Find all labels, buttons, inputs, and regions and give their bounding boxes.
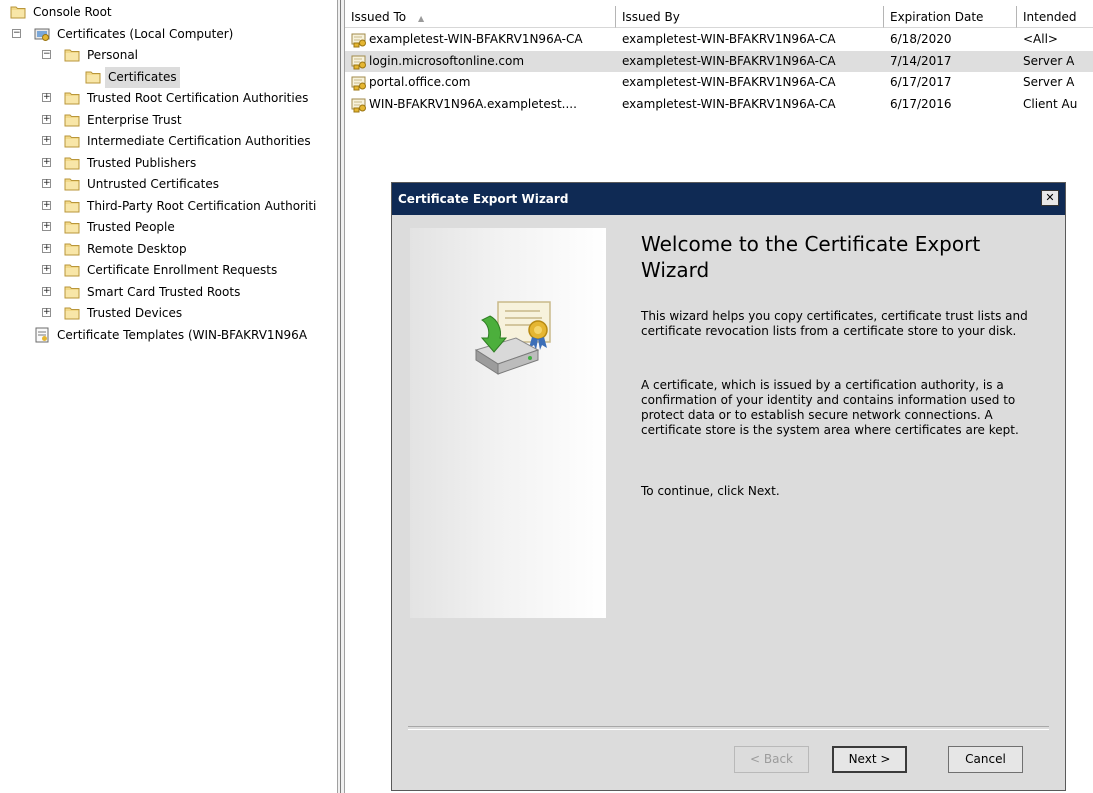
dialog-titlebar[interactable]: Certificate Export Wizard <box>392 183 1065 215</box>
certificate-row[interactable]: portal.office.com exampletest-WIN-BFAKRV1… <box>345 72 1093 93</box>
back-button[interactable]: < Back <box>734 746 809 773</box>
expand-icon[interactable]: + <box>42 93 51 102</box>
tree-item-label: Certificate Templates (WIN-BFAKRV1N96A <box>57 327 308 342</box>
tree-item-label: Third-Party Root Certification Authoriti <box>87 198 317 213</box>
cell-intended: <All> <box>1023 32 1058 46</box>
column-intended-label: Intended <box>1023 10 1077 24</box>
wizard-instruction-text: To continue, click Next. <box>641 484 780 498</box>
folder-icon <box>64 133 80 149</box>
collapse-icon[interactable]: − <box>12 28 21 38</box>
tree-item-label: Certificates <box>105 66 180 88</box>
certificate-icon <box>351 54 367 70</box>
certificate-export-wizard-dialog: Certificate Export Wizard ✕ Welcome to t… <box>391 182 1066 791</box>
cell-issued-to: login.microsoftonline.com <box>369 53 525 68</box>
folder-icon <box>64 112 80 128</box>
expand-icon[interactable]: + <box>42 114 51 124</box>
folder-icon <box>64 241 80 257</box>
column-issued-to[interactable]: Issued To ▲ <box>345 6 616 28</box>
tree-item-label: Trusted Root Certification Authorities <box>87 91 309 105</box>
certificate-template-icon <box>34 327 50 343</box>
tree-item-label: Console Root <box>33 5 112 19</box>
cell-issued-to: WIN-BFAKRV1N96A.exampletest.... <box>369 96 577 111</box>
console-tree[interactable]: Console Root − Certificates (Local Compute… <box>0 0 337 793</box>
collapse-icon[interactable]: − <box>42 50 51 59</box>
folder-icon <box>64 198 80 214</box>
expand-icon[interactable]: + <box>42 265 51 274</box>
next-button[interactable]: Next > <box>832 746 907 773</box>
folder-icon <box>64 262 80 278</box>
cell-expiration: 6/17/2017 <box>890 75 952 89</box>
cell-expiration: 6/17/2016 <box>890 96 952 111</box>
cell-issued-by: exampletest-WIN-BFAKRV1N96A-CA <box>622 96 836 111</box>
certificate-icon <box>351 32 367 48</box>
tree-item-label: Trusted Publishers <box>87 155 197 170</box>
wizard-intro-text: This wizard helps you copy certificates,… <box>641 309 1028 338</box>
tree-item-label: Intermediate Certification Authorities <box>87 134 311 148</box>
certificate-row[interactable]: WIN-BFAKRV1N96A.exampletest.... examplete… <box>345 94 1093 115</box>
column-intended-purposes[interactable]: Intended <box>1017 6 1093 28</box>
certificate-icon <box>351 97 367 113</box>
certificate-icon <box>351 75 367 91</box>
folder-icon <box>64 155 80 171</box>
tree-item-label: Trusted Devices <box>87 306 183 320</box>
tree-item-label: Untrusted Certificates <box>87 177 219 191</box>
pane-splitter[interactable] <box>337 0 345 793</box>
cell-issued-by: exampletest-WIN-BFAKRV1N96A-CA <box>622 32 836 46</box>
expand-icon[interactable]: + <box>42 200 51 210</box>
expand-icon[interactable]: + <box>42 286 51 296</box>
folder-icon <box>10 4 26 20</box>
cancel-button[interactable]: Cancel <box>948 746 1023 773</box>
certificate-row[interactable]: login.microsoftonline.com exampletest-WIN… <box>345 50 1093 72</box>
tree-item-label: Smart Card Trusted Roots <box>87 284 241 299</box>
expand-icon[interactable]: + <box>42 179 51 188</box>
cancel-button-label: Cancel <box>965 752 1006 766</box>
column-issued-to-label: Issued To <box>351 10 407 24</box>
folder-icon <box>64 305 80 321</box>
cell-intended: Server A <box>1023 75 1075 89</box>
cell-issued-by: exampletest-WIN-BFAKRV1N96A-CA <box>622 75 836 89</box>
folder-icon <box>64 219 80 235</box>
sort-ascending-icon: ▲ <box>417 14 425 23</box>
folder-icon <box>64 90 80 106</box>
back-button-label: < Back <box>749 752 793 766</box>
tree-item-label: Enterprise Trust <box>87 112 182 127</box>
dialog-separator <box>408 726 1049 730</box>
wizard-side-panel <box>410 228 606 618</box>
wizard-description-text: A certificate, which is issued by a cert… <box>641 378 1019 437</box>
tree-item-label: Personal <box>87 48 139 62</box>
close-button[interactable]: ✕ <box>1041 190 1059 206</box>
cell-issued-to: portal.office.com <box>369 75 471 89</box>
certificate-export-icon <box>474 301 551 375</box>
certificate-snapin-icon <box>34 26 50 42</box>
folder-icon <box>85 69 101 85</box>
next-button-label: Next > <box>848 752 891 766</box>
expand-icon[interactable]: + <box>42 157 51 167</box>
column-issued-by[interactable]: Issued By <box>616 6 884 28</box>
certificate-row[interactable]: exampletest-WIN-BFAKRV1N96A-CA exampletes… <box>345 29 1093 50</box>
cell-issued-by: exampletest-WIN-BFAKRV1N96A-CA <box>622 53 836 68</box>
folder-icon <box>64 47 80 63</box>
cell-issued-to: exampletest-WIN-BFAKRV1N96A-CA <box>369 32 583 46</box>
folder-icon <box>64 176 80 192</box>
tree-item-label: Certificate Enrollment Requests <box>87 263 278 277</box>
column-expiration-date[interactable]: Expiration Date <box>884 6 1017 28</box>
tree-item-label: Trusted People <box>87 220 175 234</box>
cell-expiration: 7/14/2017 <box>890 53 952 68</box>
folder-icon <box>64 284 80 300</box>
expand-icon[interactable]: + <box>42 222 51 231</box>
cell-intended: Client Au <box>1023 96 1078 111</box>
cell-intended: Server A <box>1023 53 1075 68</box>
tree-item-label: Certificates (Local Computer) <box>57 26 234 41</box>
column-issued-by-label: Issued By <box>622 10 680 24</box>
close-icon: ✕ <box>1045 191 1055 204</box>
dialog-title: Certificate Export Wizard <box>398 192 569 206</box>
list-header: Issued To ▲ Issued By Expiration Date In… <box>345 6 1093 28</box>
tree-item-label: Remote Desktop <box>87 241 187 256</box>
cell-expiration: 6/18/2020 <box>890 32 952 46</box>
expand-icon[interactable]: + <box>42 136 51 145</box>
expand-icon[interactable]: + <box>42 308 51 317</box>
wizard-heading: Welcome to the Certificate Export Wizard <box>641 232 981 282</box>
expand-icon[interactable]: + <box>42 243 51 253</box>
column-expiration-label: Expiration Date <box>890 10 984 24</box>
